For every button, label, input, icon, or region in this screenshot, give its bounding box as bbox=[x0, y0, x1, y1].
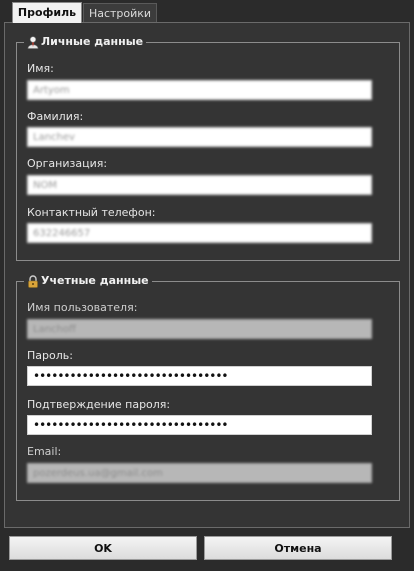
tab-profile[interactable]: Профиль bbox=[12, 2, 82, 23]
password-field[interactable] bbox=[27, 366, 372, 386]
last-name-label: Фамилия: bbox=[27, 110, 84, 123]
username-field bbox=[27, 319, 372, 339]
account-data-legend: Учетные данные bbox=[24, 274, 152, 288]
email-field bbox=[27, 463, 372, 483]
first-name-field[interactable] bbox=[27, 80, 372, 100]
profile-panel: Личные данные Имя: Фамилия: Организация:… bbox=[4, 22, 410, 528]
person-icon bbox=[27, 35, 39, 49]
lock-icon bbox=[28, 274, 38, 288]
last-name-field[interactable] bbox=[27, 127, 372, 147]
email-label: Email: bbox=[27, 445, 62, 458]
first-name-label: Имя: bbox=[27, 62, 54, 75]
password-confirm-label: Подтверждение пароля: bbox=[27, 398, 171, 411]
username-label: Имя пользователя: bbox=[27, 301, 138, 314]
phone-field[interactable] bbox=[27, 223, 372, 243]
tab-bar: Настройки Профиль bbox=[0, 0, 414, 23]
personal-data-title: Личные данные bbox=[41, 35, 144, 48]
organization-label: Организация: bbox=[27, 157, 108, 170]
ok-button[interactable]: OK bbox=[9, 536, 197, 560]
password-confirm-field[interactable] bbox=[27, 415, 372, 435]
account-data-title: Учетные данные bbox=[41, 274, 149, 287]
phone-label: Контактный телефон: bbox=[27, 206, 156, 219]
personal-data-legend: Личные данные bbox=[24, 35, 146, 49]
password-label: Пароль: bbox=[27, 349, 73, 362]
cancel-button[interactable]: Отмена bbox=[204, 536, 392, 560]
organization-field[interactable] bbox=[27, 175, 372, 195]
tab-settings[interactable]: Настройки bbox=[83, 3, 157, 22]
